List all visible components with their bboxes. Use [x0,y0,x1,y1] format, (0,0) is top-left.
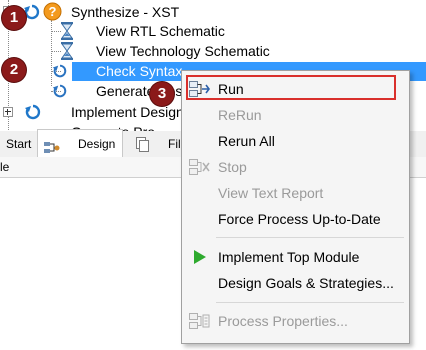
menu-item-implement-top-module-label: Implement Top Module [218,249,360,265]
tree-item-synthesize[interactable]: Synthesize - XST [71,3,179,21]
menu-item-view-text-report[interactable]: View Text Report [182,182,409,204]
tab-design[interactable]: Design [37,129,123,159]
menu-item-force-process[interactable]: Force Process Up-to-Date [182,208,409,230]
refresh-process-icon [23,3,41,24]
menu-separator [216,302,404,303]
context-menu: Run ReRun Rerun All Stop View Text Repor… [181,70,410,344]
tree-expand-toggle[interactable] [3,107,13,117]
svg-text:?: ? [49,4,57,19]
hourglass-icon [60,42,74,63]
menu-item-rerun-all-label: Rerun All [218,133,275,149]
menu-item-rerun[interactable]: ReRun [182,104,409,126]
tab-design-label: Design [78,137,116,151]
menu-item-rerun-label: ReRun [218,107,262,123]
annotation-badge-1: 1 [2,6,26,30]
tree-item-view-technology[interactable]: View Technology Schematic [96,42,270,60]
tree-item-check-syntax[interactable]: Check Syntax [96,62,182,80]
menu-item-force-process-label: Force Process Up-to-Date [218,211,381,227]
menu-item-implement-top-module[interactable]: Implement Top Module [182,246,409,268]
menu-item-view-text-report-label: View Text Report [218,185,324,201]
menu-item-process-properties-label: Process Properties... [218,313,348,329]
hourglass-icon [60,22,74,43]
menu-item-process-properties[interactable]: Process Properties... [182,310,409,332]
play-icon [193,249,207,268]
tab-files-label: Fil [168,137,181,151]
question-status-icon: ? [43,2,62,24]
tree-item-view-rtl[interactable]: View RTL Schematic [96,22,225,40]
annotation-badge-2: 2 [2,58,26,82]
menu-item-design-goals-label: Design Goals & Strategies... [218,275,394,291]
run-highlight-box [186,75,396,100]
menu-item-rerun-all[interactable]: Rerun All [182,130,409,152]
tree-item-implement-design[interactable]: Implement Design [71,103,184,121]
tab-start[interactable]: Start [0,131,37,157]
stop-process-icon [189,157,211,180]
menu-item-design-goals[interactable]: Design Goals & Strategies... [182,272,409,294]
annotation-badge-3: 3 [150,82,174,106]
tab-files[interactable]: Fil [130,131,181,157]
status-text: le [0,160,10,174]
menu-item-stop-label: Stop [218,159,247,175]
menu-separator [216,237,404,238]
menu-item-stop[interactable]: Stop [182,156,409,178]
process-properties-icon [189,311,211,334]
tab-start-label: Start [6,137,32,151]
refresh-process-icon [52,83,68,102]
refresh-process-icon [24,103,42,124]
refresh-process-icon [52,63,68,82]
